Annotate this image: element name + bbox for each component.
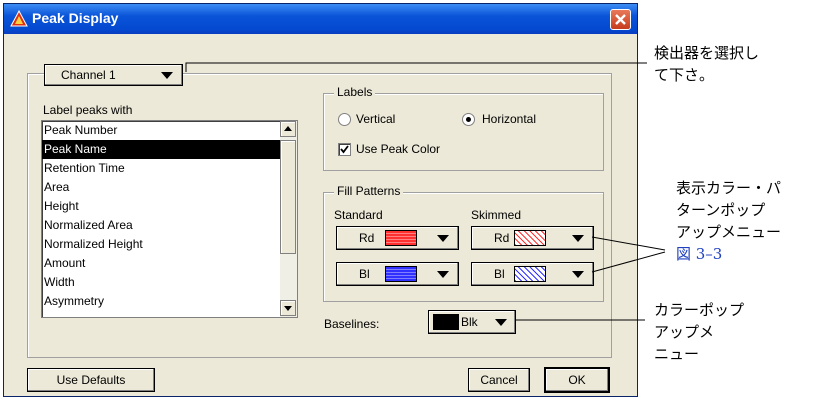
standard-fill-bottom-value: Bl (359, 267, 370, 281)
app-icon (10, 10, 28, 27)
cancel-button[interactable]: Cancel (468, 368, 530, 392)
skimmed-fill-bottom-value: Bl (494, 267, 505, 281)
ok-button[interactable]: OK (544, 367, 610, 393)
baselines-label: Baselines: (324, 317, 380, 331)
standard-fill-top-value: Rd (359, 231, 375, 245)
list-item[interactable]: Peak Name (42, 140, 280, 159)
list-item[interactable]: Asymmetry (42, 292, 280, 311)
skimmed-fill-top-select[interactable]: Rd (471, 226, 594, 250)
baselines-select[interactable]: Blk (428, 310, 516, 334)
channel-select[interactable]: Channel 1 (44, 64, 183, 86)
vertical-label[interactable]: Vertical (356, 112, 395, 126)
scroll-up-button[interactable] (280, 121, 296, 137)
color-popup-annotation-line-1: カラーポップ (654, 301, 745, 319)
blue-solid-swatch (385, 266, 417, 282)
label-peaks-heading: Label peaks with (43, 103, 133, 117)
standard-fill-bottom-select[interactable]: Bl (336, 262, 459, 286)
detector-annotation: 検出器を選択し て下さ。 (654, 42, 759, 86)
chevron-down-icon (437, 235, 449, 242)
detector-annotation-line-2: て下さ。 (654, 66, 715, 84)
color-popup-annotation-line-3: ニュー (654, 345, 700, 363)
blue-hatch-swatch (514, 266, 546, 282)
arrow-down-icon (284, 306, 292, 311)
color-pattern-annotation-line-1: 表示カラー・パ (676, 179, 782, 197)
close-icon (615, 14, 626, 25)
list-item[interactable]: Peak Number (42, 121, 280, 140)
list-item[interactable]: Amount (42, 254, 280, 273)
list-scrollbar[interactable] (280, 121, 297, 317)
skimmed-fill-bottom-select[interactable]: Bl (471, 262, 594, 286)
labels-heading: Labels (334, 85, 376, 99)
color-pattern-annotation: 表示カラー・パ ターンポップ アップメニュー 図 3–3 (676, 177, 781, 265)
red-solid-swatch (385, 230, 417, 246)
chevron-down-icon (495, 319, 507, 326)
list-item[interactable]: Area (42, 178, 280, 197)
scroll-down-button[interactable] (280, 300, 296, 316)
color-popup-annotation: カラーポップ アップメ ニュー (654, 299, 744, 365)
color-popup-annotation-line-2: アップメ (654, 323, 715, 341)
horizontal-label[interactable]: Horizontal (482, 112, 536, 126)
use-defaults-button[interactable]: Use Defaults (27, 368, 155, 392)
list-item[interactable]: Normalized Height (42, 235, 280, 254)
list-item[interactable]: Width (42, 273, 280, 292)
dialog-body: Channel 1 Label peaks with Peak Number Pe… (4, 34, 637, 396)
skimmed-fill-top-value: Rd (494, 231, 510, 245)
labels-groupbox (323, 93, 604, 171)
chevron-down-icon (161, 72, 173, 79)
checkmark-icon (340, 145, 349, 154)
window-title: Peak Display (32, 10, 119, 26)
chevron-down-icon (572, 271, 584, 278)
close-button[interactable] (610, 9, 631, 30)
label-peaks-items: Peak Number Peak Name Retention Time Area He… (42, 121, 297, 311)
list-item[interactable]: Retention Time (42, 159, 280, 178)
chevron-down-icon (437, 271, 449, 278)
standard-fill-top-select[interactable]: Rd (336, 226, 459, 250)
figure-reference: 図 3–3 (676, 245, 723, 263)
standard-label: Standard (334, 208, 383, 222)
horizontal-radio[interactable] (462, 113, 475, 126)
vertical-radio[interactable] (338, 113, 351, 126)
use-peak-color-label[interactable]: Use Peak Color (356, 142, 440, 156)
list-item[interactable]: Height (42, 197, 280, 216)
red-hatch-swatch (514, 230, 546, 246)
detector-annotation-line-1: 検出器を選択し (654, 44, 760, 62)
scroll-thumb[interactable] (280, 140, 296, 254)
arrow-up-icon (284, 126, 292, 131)
peak-display-dialog: Peak Display Channel 1 Label peaks with … (3, 3, 638, 397)
list-item[interactable]: Normalized Area (42, 216, 280, 235)
title-bar[interactable]: Peak Display (4, 4, 637, 34)
color-pattern-annotation-line-3: アップメニュー (676, 223, 782, 241)
skimmed-label: Skimmed (471, 208, 522, 222)
chevron-down-icon (572, 235, 584, 242)
color-pattern-annotation-line-2: ターンポップ (676, 201, 766, 219)
baselines-value: Blk (461, 315, 478, 329)
fill-patterns-heading: Fill Patterns (334, 184, 404, 198)
label-peaks-list[interactable]: Peak Number Peak Name Retention Time Area He… (41, 120, 298, 318)
black-solid-swatch (433, 314, 459, 330)
use-peak-color-checkbox[interactable] (338, 143, 351, 156)
channel-select-value: Channel 1 (61, 68, 116, 82)
